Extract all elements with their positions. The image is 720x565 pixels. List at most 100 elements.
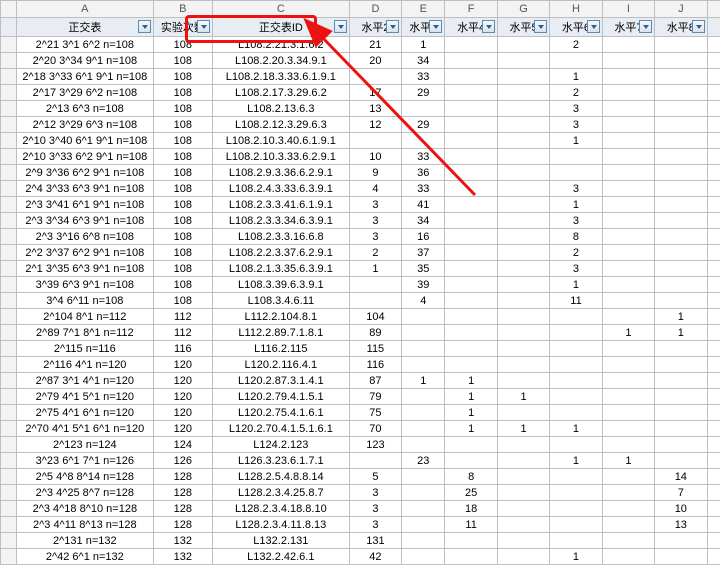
cell-B[interactable]: 128 — [153, 501, 212, 517]
cell-J[interactable] — [655, 421, 707, 437]
cell-B[interactable]: 112 — [153, 309, 212, 325]
cell-E[interactable]: 33 — [402, 149, 445, 165]
col-header-D[interactable]: D — [349, 1, 401, 18]
cell-E[interactable] — [402, 533, 445, 549]
cell-A[interactable]: 2^3 4^11 8^13 n=128 — [16, 517, 153, 533]
cell-D[interactable] — [349, 69, 401, 85]
cell-K[interactable]: 1 — [707, 133, 720, 149]
cell-I[interactable]: 1 — [602, 325, 654, 341]
cell-A[interactable]: 2^21 3^1 6^2 n=108 — [16, 37, 153, 53]
row-header[interactable] — [1, 309, 17, 325]
row-header[interactable] — [1, 213, 17, 229]
cell-J[interactable] — [655, 373, 707, 389]
cell-D[interactable]: 2 — [349, 245, 401, 261]
cell-K[interactable] — [707, 485, 720, 501]
cell-B[interactable]: 108 — [153, 101, 212, 117]
col-header-K[interactable]: K — [707, 1, 720, 18]
cell-B[interactable]: 120 — [153, 405, 212, 421]
filter-dropdown-icon[interactable] — [429, 20, 442, 33]
cell-H[interactable]: 3 — [550, 261, 602, 277]
cell-D[interactable]: 4 — [349, 181, 401, 197]
cell-H[interactable] — [550, 517, 602, 533]
cell-A[interactable]: 3^39 6^3 9^1 n=108 — [16, 277, 153, 293]
cell-D[interactable] — [349, 293, 401, 309]
cell-D[interactable]: 3 — [349, 485, 401, 501]
cell-B[interactable]: 116 — [153, 341, 212, 357]
cell-H[interactable]: 11 — [550, 293, 602, 309]
cell-A[interactable]: 2^87 3^1 4^1 n=120 — [16, 373, 153, 389]
cell-D[interactable] — [349, 133, 401, 149]
cell-I[interactable] — [602, 101, 654, 117]
cell-J[interactable]: 14 — [655, 469, 707, 485]
cell-A[interactable]: 2^104 8^1 n=112 — [16, 309, 153, 325]
cell-G[interactable] — [497, 37, 549, 53]
cell-J[interactable] — [655, 453, 707, 469]
cell-B[interactable]: 108 — [153, 53, 212, 69]
cell-B[interactable]: 128 — [153, 517, 212, 533]
cell-A[interactable]: 2^17 3^29 6^2 n=108 — [16, 85, 153, 101]
cell-D[interactable]: 131 — [349, 533, 401, 549]
cell-C[interactable]: L108.2.20.3.34.9.1 — [212, 53, 349, 69]
cell-H[interactable]: 1 — [550, 197, 602, 213]
cell-D[interactable]: 104 — [349, 309, 401, 325]
cell-A[interactable]: 2^13 6^3 n=108 — [16, 101, 153, 117]
cell-F[interactable] — [445, 277, 497, 293]
cell-D[interactable]: 12 — [349, 117, 401, 133]
cell-F[interactable]: 1 — [445, 405, 497, 421]
cell-A[interactable]: 2^75 4^1 6^1 n=120 — [16, 405, 153, 421]
cell-J[interactable]: 10 — [655, 501, 707, 517]
filter-header-F[interactable]: 水平4 — [445, 18, 497, 37]
filter-header-B[interactable]: 实验次数 — [153, 18, 212, 37]
cell-G[interactable] — [497, 197, 549, 213]
cell-J[interactable] — [655, 549, 707, 565]
cell-G[interactable] — [497, 405, 549, 421]
col-header-C[interactable]: C — [212, 1, 349, 18]
cell-B[interactable]: 108 — [153, 165, 212, 181]
cell-B[interactable]: 108 — [153, 261, 212, 277]
cell-D[interactable]: 3 — [349, 197, 401, 213]
cell-H[interactable] — [550, 53, 602, 69]
cell-E[interactable]: 33 — [402, 69, 445, 85]
cell-D[interactable]: 13 — [349, 101, 401, 117]
cell-K[interactable] — [707, 181, 720, 197]
cell-F[interactable] — [445, 357, 497, 373]
cell-K[interactable] — [707, 245, 720, 261]
cell-E[interactable] — [402, 421, 445, 437]
cell-I[interactable] — [602, 501, 654, 517]
cell-G[interactable] — [497, 213, 549, 229]
cell-A[interactable]: 2^3 3^41 6^1 9^1 n=108 — [16, 197, 153, 213]
cell-G[interactable] — [497, 85, 549, 101]
filter-header-H[interactable]: 水平6 — [550, 18, 602, 37]
cell-C[interactable]: L108.2.2.3.37.6.2.9.1 — [212, 245, 349, 261]
row-header[interactable] — [1, 373, 17, 389]
row-header[interactable] — [1, 181, 17, 197]
cell-I[interactable] — [602, 149, 654, 165]
cell-C[interactable]: L132.2.131 — [212, 533, 349, 549]
cell-C[interactable]: L108.2.1.3.35.6.3.9.1 — [212, 261, 349, 277]
cell-D[interactable]: 123 — [349, 437, 401, 453]
cell-G[interactable] — [497, 533, 549, 549]
cell-G[interactable]: 1 — [497, 421, 549, 437]
cell-K[interactable] — [707, 469, 720, 485]
cell-K[interactable] — [707, 373, 720, 389]
cell-D[interactable]: 9 — [349, 165, 401, 181]
cell-K[interactable] — [707, 37, 720, 53]
row-header[interactable] — [1, 197, 17, 213]
cell-A[interactable]: 2^10 3^40 6^1 9^1 n=108 — [16, 133, 153, 149]
cell-C[interactable]: L108.2.21.3.1.6.2 — [212, 37, 349, 53]
cell-H[interactable] — [550, 501, 602, 517]
cell-G[interactable] — [497, 325, 549, 341]
cell-J[interactable] — [655, 293, 707, 309]
cell-F[interactable] — [445, 101, 497, 117]
cell-F[interactable] — [445, 229, 497, 245]
cell-B[interactable]: 120 — [153, 357, 212, 373]
cell-K[interactable] — [707, 101, 720, 117]
row-header[interactable] — [1, 101, 17, 117]
cell-D[interactable]: 115 — [349, 341, 401, 357]
filter-dropdown-icon[interactable] — [386, 20, 399, 33]
cell-E[interactable]: 23 — [402, 453, 445, 469]
cell-I[interactable] — [602, 37, 654, 53]
filter-dropdown-icon[interactable] — [587, 20, 600, 33]
filter-dropdown-icon[interactable] — [534, 20, 547, 33]
cell-K[interactable] — [707, 229, 720, 245]
